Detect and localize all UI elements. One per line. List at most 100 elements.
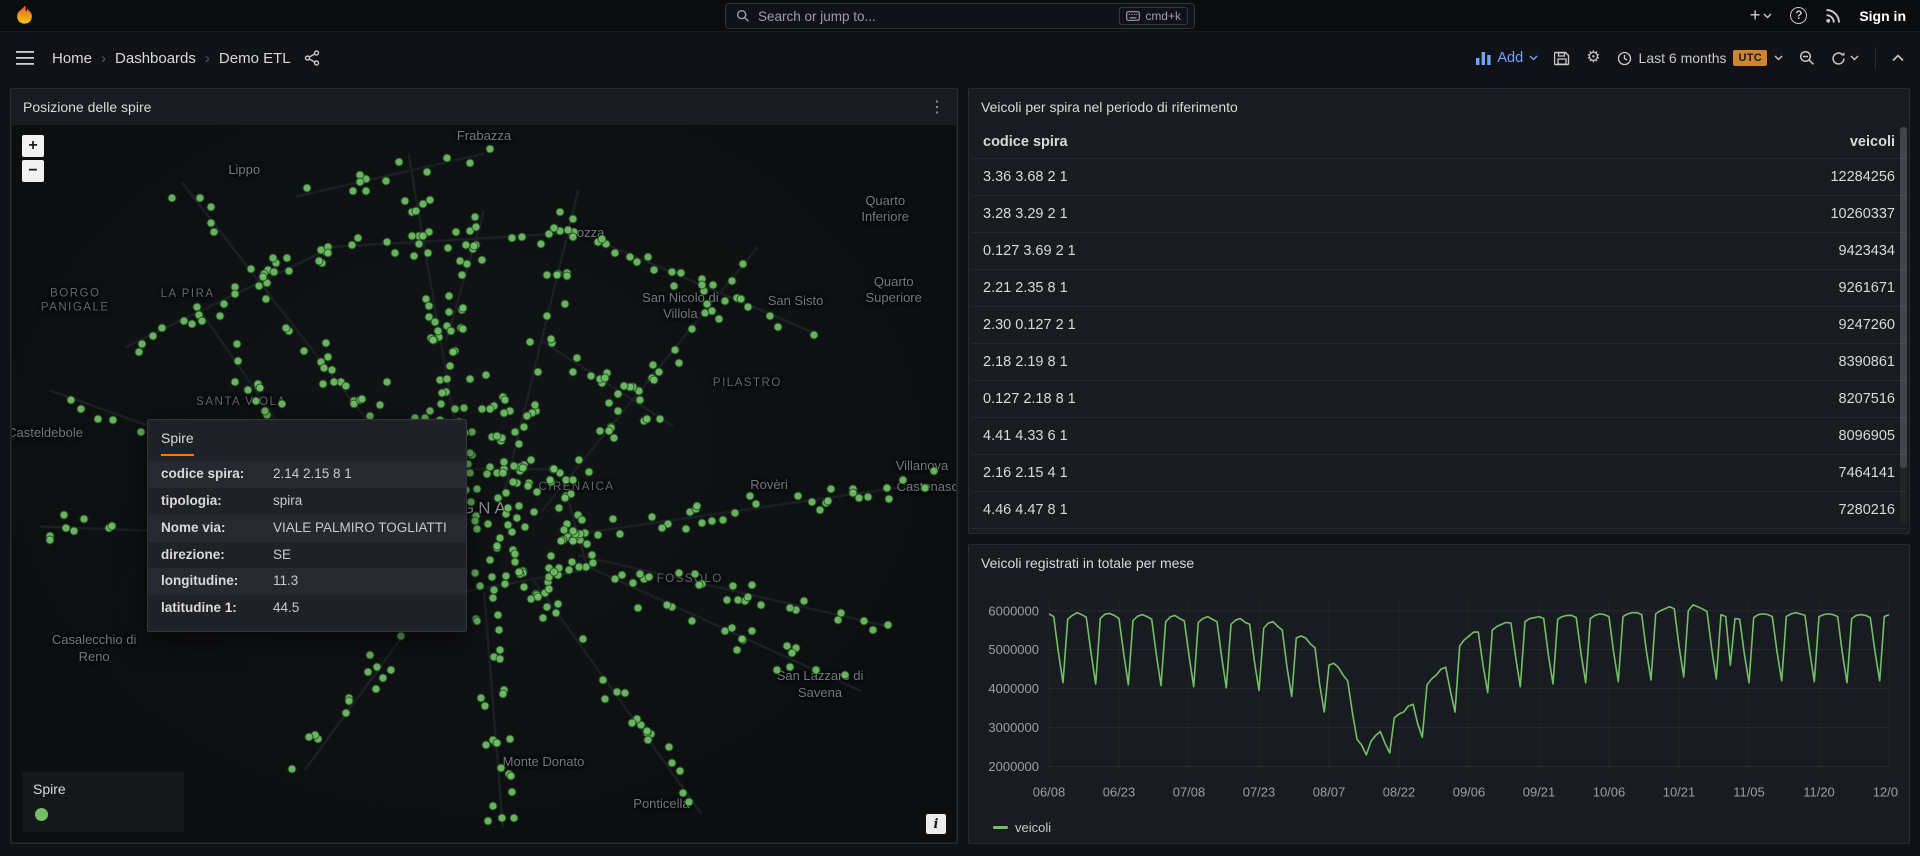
spire-dot[interactable] <box>371 684 380 693</box>
new-menu-button[interactable]: + <box>1750 5 1773 26</box>
spire-dot[interactable] <box>697 519 706 528</box>
spire-dot[interactable] <box>258 273 267 282</box>
spire-dot[interactable] <box>408 231 417 240</box>
menu-toggle-icon[interactable] <box>16 51 36 65</box>
spire-dot[interactable] <box>883 621 892 630</box>
table-scrollbar[interactable] <box>1900 127 1907 523</box>
spire-dot[interactable] <box>494 611 503 620</box>
spire-dot[interactable] <box>443 153 452 162</box>
spire-dot[interactable] <box>561 494 570 503</box>
spire-dot[interactable] <box>533 593 542 602</box>
spire-dot[interactable] <box>262 295 271 304</box>
spire-dot[interactable] <box>328 366 337 375</box>
spire-dot[interactable] <box>687 617 696 626</box>
spire-dot[interactable] <box>656 415 665 424</box>
spire-dot[interactable] <box>743 303 752 312</box>
spire-dot[interactable] <box>773 322 782 331</box>
spire-dot[interactable] <box>451 228 460 237</box>
spire-dot[interactable] <box>67 396 76 405</box>
spire-dot[interactable] <box>545 585 554 594</box>
spire-dot[interactable] <box>501 396 510 405</box>
spire-dot[interactable] <box>349 186 358 195</box>
spire-dot[interactable] <box>585 468 594 477</box>
spire-dot[interactable] <box>496 654 505 663</box>
spire-dot[interactable] <box>400 196 409 205</box>
spire-dot[interactable] <box>550 223 559 232</box>
spire-dot[interactable] <box>859 617 868 626</box>
spire-dot[interactable] <box>447 326 456 335</box>
spire-dot[interactable] <box>496 763 505 772</box>
spire-dot[interactable] <box>450 404 459 413</box>
spire-dot[interactable] <box>512 514 521 523</box>
spire-dot[interactable] <box>268 254 277 263</box>
spire-dot[interactable] <box>444 308 453 317</box>
spire-dot[interactable] <box>546 334 555 343</box>
spire-dot[interactable] <box>383 237 392 246</box>
spire-dot[interactable] <box>168 194 177 203</box>
spire-dot[interactable] <box>644 572 653 581</box>
spire-dot[interactable] <box>569 367 578 376</box>
spire-dot[interactable] <box>424 301 433 310</box>
spire-dot[interactable] <box>545 475 554 484</box>
spire-dot[interactable] <box>551 608 560 617</box>
spire-dot[interactable] <box>748 626 757 635</box>
spire-dot[interactable] <box>553 271 562 280</box>
spire-dot[interactable] <box>270 267 279 276</box>
spire-dot[interactable] <box>657 523 666 532</box>
spire-dot[interactable] <box>508 787 517 796</box>
spire-dot[interactable] <box>342 709 351 718</box>
spire-dot[interactable] <box>320 363 329 372</box>
spire-dot[interactable] <box>515 440 524 449</box>
spire-dot[interactable] <box>484 519 493 528</box>
spire-dot[interactable] <box>531 401 540 410</box>
spire-dot[interactable] <box>281 324 290 333</box>
spire-dot[interactable] <box>642 726 651 735</box>
spire-dot[interactable] <box>409 251 418 260</box>
spire-dot[interactable] <box>714 315 723 324</box>
spire-dot[interactable] <box>523 411 532 420</box>
spire-dot[interactable] <box>419 200 428 209</box>
spire-dot[interactable] <box>608 515 617 524</box>
spire-dot[interactable] <box>429 336 438 345</box>
panel-header[interactable]: Veicoli per spira nel periodo di riferim… <box>969 89 1909 125</box>
spire-dot[interactable] <box>799 597 808 606</box>
spire-dot[interactable] <box>109 416 118 425</box>
spire-dot[interactable] <box>575 455 584 464</box>
spire-dot[interactable] <box>524 481 533 490</box>
spire-dot[interactable] <box>568 527 577 536</box>
spire-dot[interactable] <box>495 645 504 654</box>
spire-dot[interactable] <box>766 311 775 320</box>
column-header-veicoli[interactable]: veicoli <box>1675 134 1895 150</box>
spire-dot[interactable] <box>395 157 404 166</box>
rss-icon[interactable] <box>1825 8 1841 24</box>
spire-dot[interactable] <box>509 462 518 471</box>
spire-dot[interactable] <box>556 207 565 216</box>
spire-dot[interactable] <box>815 506 824 515</box>
add-panel-button[interactable]: Add <box>1476 50 1538 66</box>
spire-dot[interactable] <box>285 266 294 275</box>
spire-dot[interactable] <box>500 579 509 588</box>
spire-dot[interactable] <box>457 270 466 279</box>
spire-dot[interactable] <box>559 525 568 534</box>
spire-dot[interactable] <box>597 235 606 244</box>
spire-dot[interactable] <box>883 484 892 493</box>
spire-dot[interactable] <box>278 399 287 408</box>
spire-dot[interactable] <box>562 271 571 280</box>
spire-dot[interactable] <box>529 508 538 517</box>
spire-dot[interactable] <box>471 517 480 526</box>
spire-dot[interactable] <box>500 409 509 418</box>
spire-dot[interactable] <box>675 359 684 368</box>
spire-dot[interactable] <box>436 399 445 408</box>
spire-dot[interactable] <box>482 371 491 380</box>
spire-dot[interactable] <box>736 295 745 304</box>
spire-dot[interactable] <box>884 495 893 504</box>
spire-dot[interactable] <box>694 580 703 589</box>
spire-dot[interactable] <box>553 600 562 609</box>
spire-dot[interactable] <box>519 582 528 591</box>
spire-dot[interactable] <box>499 468 508 477</box>
spire-dot[interactable] <box>466 497 475 506</box>
spire-dot[interactable] <box>568 215 577 224</box>
spire-dot[interactable] <box>478 404 487 413</box>
spire-dot[interactable] <box>442 375 451 384</box>
attribution-info-button[interactable]: i <box>926 814 946 834</box>
